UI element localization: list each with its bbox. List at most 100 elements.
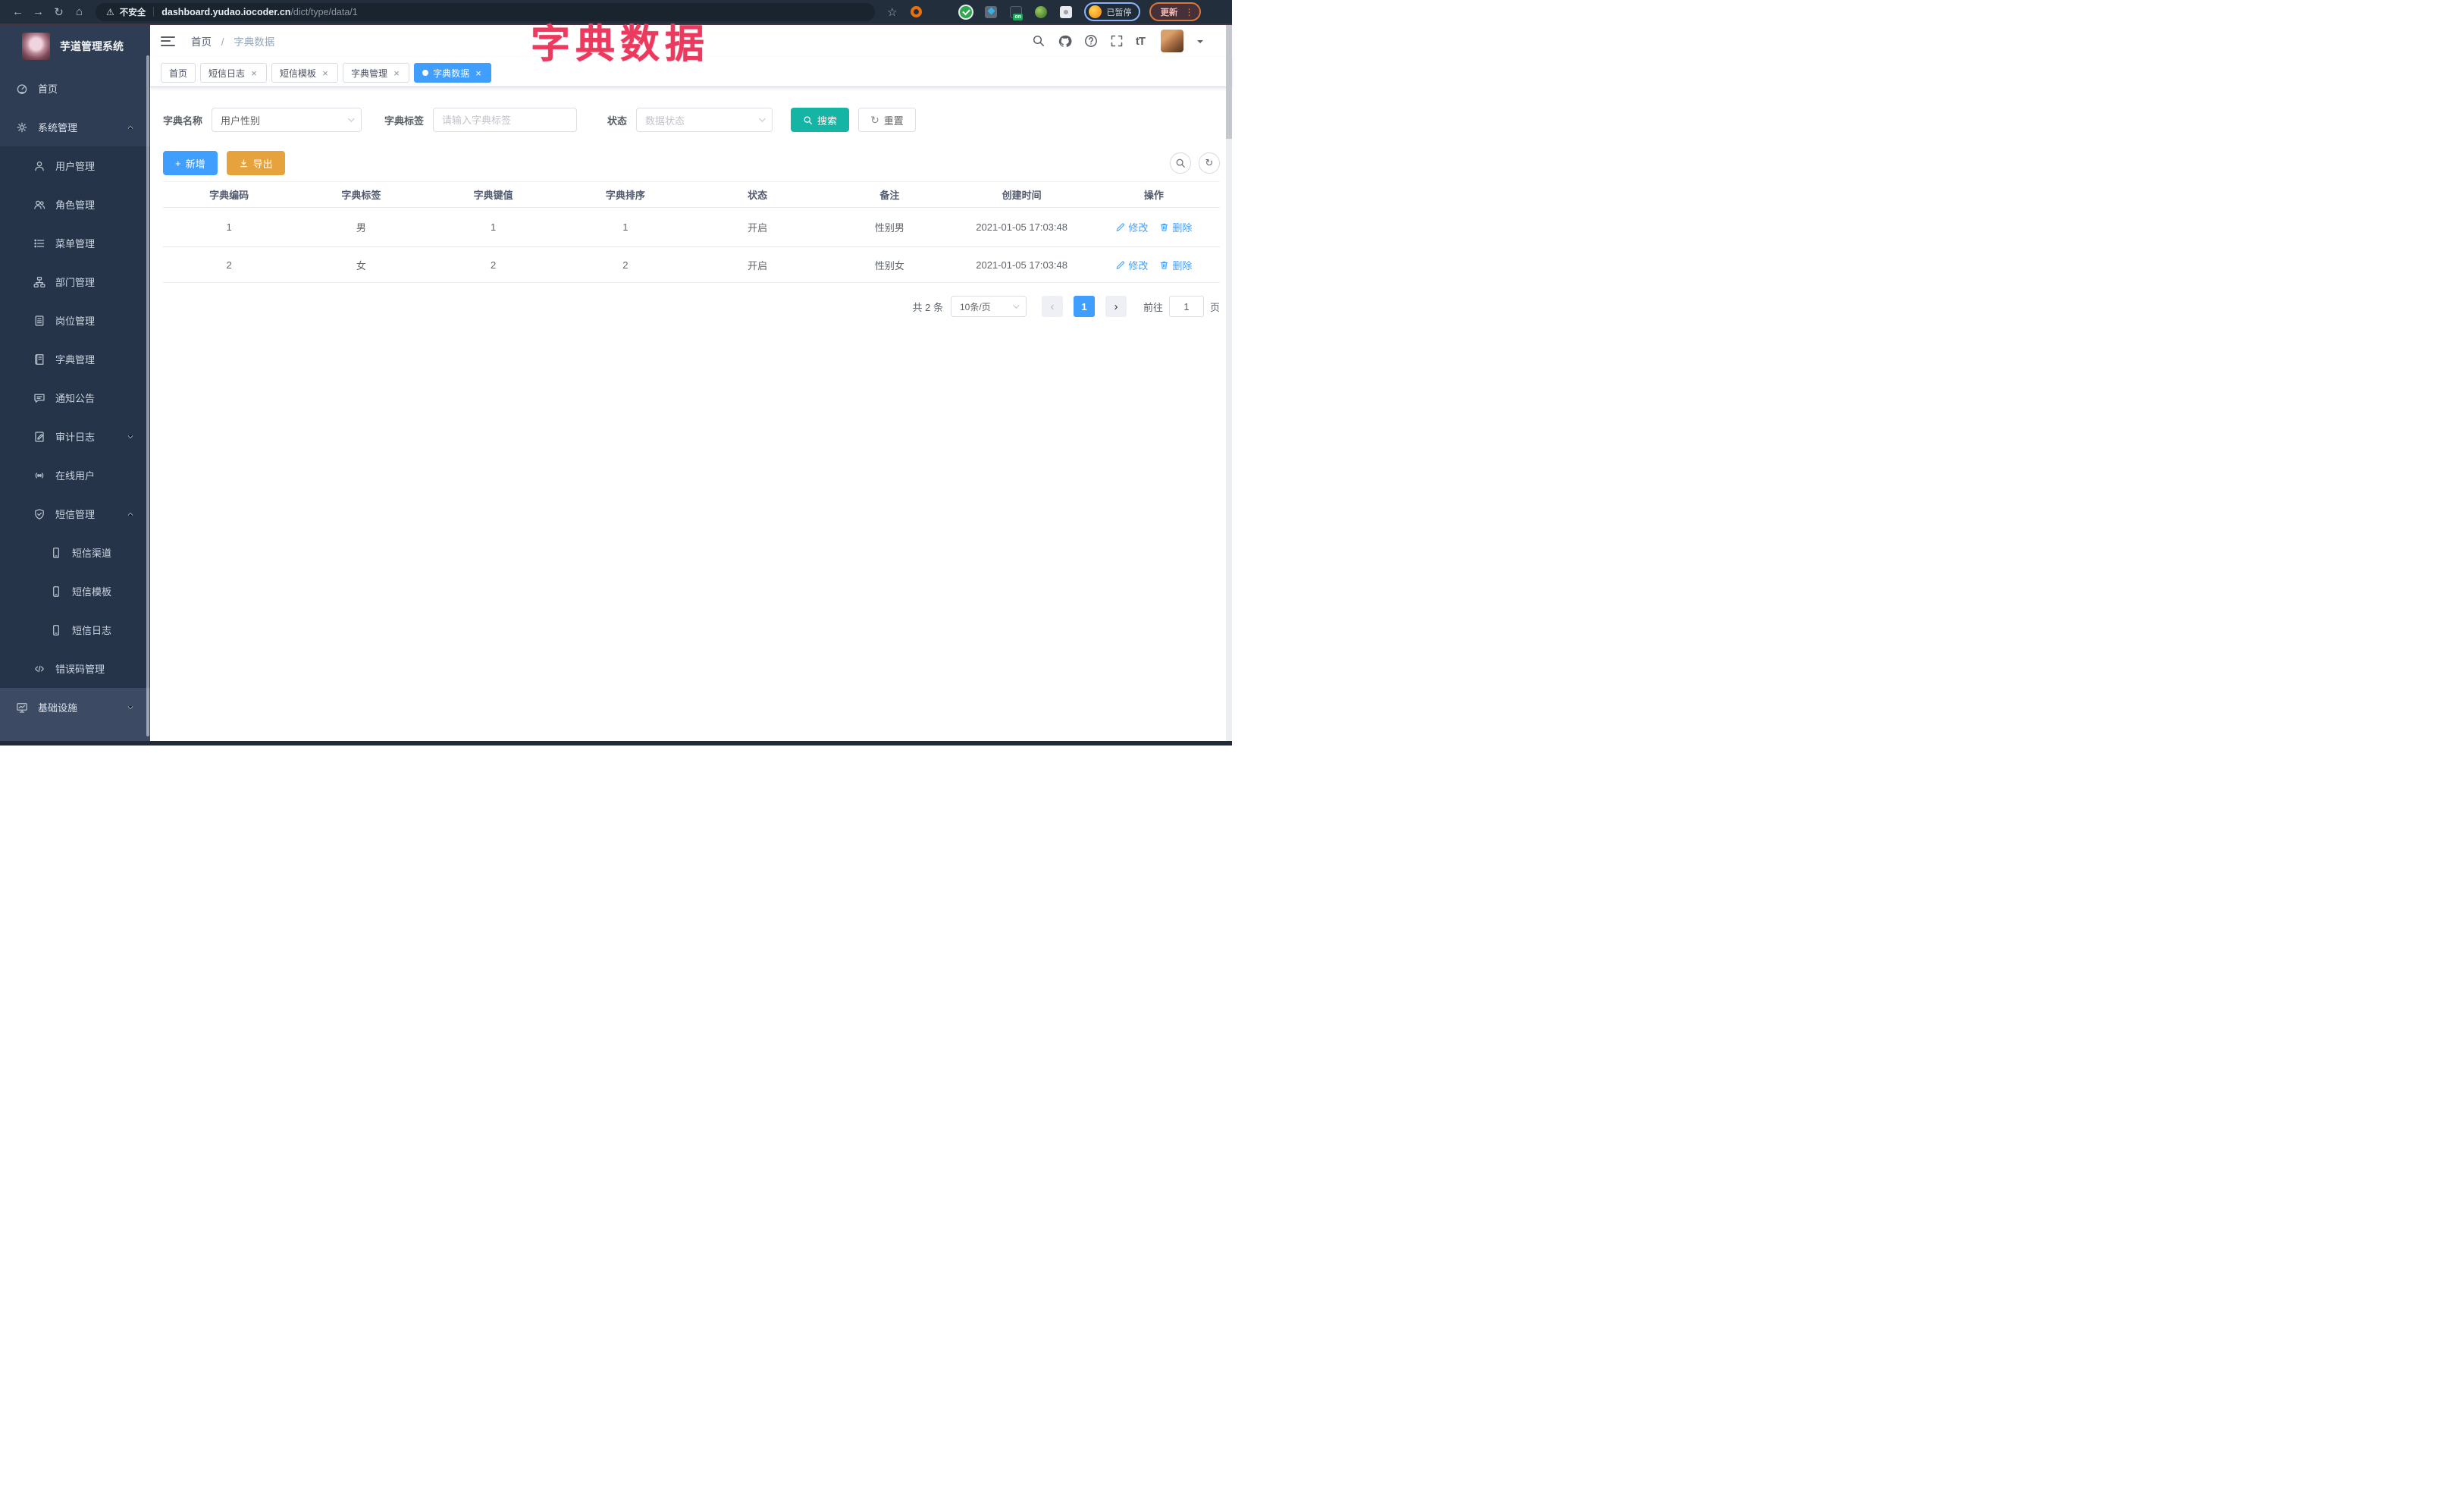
reload-icon[interactable]: ↻	[49, 5, 69, 19]
sidebar-item-users[interactable]: 用户管理	[0, 146, 150, 185]
sidebar-scrollbar[interactable]	[146, 55, 149, 736]
user-avatar[interactable]	[1161, 30, 1183, 52]
sidebar-item-sms[interactable]: 短信管理	[0, 494, 150, 533]
cell-operations: 修改 删除	[1088, 258, 1220, 272]
code-icon	[35, 665, 44, 672]
sidebar-item-sms-template[interactable]: 短信模板	[0, 572, 150, 611]
search-button[interactable]: 搜索	[791, 108, 850, 132]
column-header: 字典排序	[605, 190, 645, 201]
address-bar[interactable]: ⚠ 不安全 dashboard.yudao.iocoder.cn /dict/t…	[96, 2, 875, 21]
cell-value: 1	[491, 221, 497, 233]
prev-page-button[interactable]: ‹	[1041, 296, 1063, 317]
home-icon[interactable]: ⌂	[69, 5, 89, 18]
extensions-puzzle-icon[interactable]	[1060, 5, 1073, 18]
update-label: 更新	[1160, 8, 1178, 17]
cell-sort: 1	[622, 221, 629, 233]
export-button[interactable]: 导出	[226, 151, 285, 175]
sidebar-item-system[interactable]: 系统管理	[0, 108, 150, 146]
font-size-icon[interactable]: tT	[1136, 35, 1146, 48]
close-icon[interactable]: ×	[249, 67, 259, 79]
tab-dict-manage[interactable]: 字典管理 ×	[343, 63, 410, 83]
fullscreen-icon[interactable]	[1110, 34, 1124, 48]
sidebar-item-menus[interactable]: 菜单管理	[0, 224, 150, 262]
sidebar-item-online-users[interactable]: 在线用户	[0, 456, 150, 494]
goto-label: 前往	[1143, 301, 1163, 313]
sidebar-item-label: 岗位管理	[55, 315, 96, 327]
book-icon	[35, 353, 44, 365]
kebab-menu-icon[interactable]: ⋮	[1184, 7, 1193, 17]
active-dot-icon	[422, 70, 429, 76]
column-header: 创建时间	[1002, 190, 1042, 201]
github-icon[interactable]	[1058, 34, 1072, 49]
extension-icon-green-check[interactable]	[960, 5, 973, 18]
column-header: 操作	[1143, 190, 1164, 201]
search-icon[interactable]	[1032, 34, 1045, 48]
sidebar-item-notices[interactable]: 通知公告	[0, 378, 150, 417]
avatar-caret-icon[interactable]	[1197, 39, 1203, 46]
warning-icon: ⚠	[106, 6, 114, 17]
profile-status-label: 已暂停	[1106, 8, 1132, 17]
hamburger-icon[interactable]	[161, 36, 175, 46]
sidebar-item-sms-channel[interactable]: 短信渠道	[0, 533, 150, 572]
sidebar-item-departments[interactable]: 部门管理	[0, 262, 150, 301]
sidebar-item-infrastructure[interactable]: 基础设施	[0, 688, 150, 727]
delete-link[interactable]: 删除	[1159, 258, 1192, 272]
help-icon[interactable]	[1084, 34, 1098, 48]
browser-profile-chip[interactable]: 已暂停	[1084, 2, 1141, 21]
scrollbar-thumb[interactable]	[1226, 25, 1232, 139]
announcement-icon	[34, 394, 45, 403]
tab-sms-template[interactable]: 短信模板 ×	[271, 63, 339, 83]
goto-page-input[interactable]	[1168, 296, 1204, 317]
sidebar-item-label: 在线用户	[55, 470, 96, 482]
status-select[interactable]: 数据状态	[636, 108, 773, 132]
sidebar-item-roles[interactable]: 角色管理	[0, 185, 150, 224]
search-icon	[804, 115, 813, 124]
security-label[interactable]: 不安全	[120, 6, 146, 18]
chevron-down-icon	[127, 705, 133, 709]
close-icon[interactable]: ×	[474, 67, 483, 79]
cell-code: 2	[226, 259, 232, 271]
sidebar-item-dicts[interactable]: 字典管理	[0, 340, 150, 378]
edit-link[interactable]: 修改	[1115, 220, 1148, 234]
sidebar-item-label: 角色管理	[55, 199, 96, 211]
bookmark-star-icon[interactable]: ☆	[887, 5, 897, 19]
sidebar-item-sms-log[interactable]: 短信日志	[0, 611, 150, 649]
next-page-button[interactable]: ›	[1105, 296, 1127, 317]
search-icon	[1176, 159, 1185, 168]
add-button[interactable]: + 新增	[163, 151, 218, 175]
back-icon[interactable]: ←	[8, 5, 28, 18]
page-size-select[interactable]: 10条/页	[950, 296, 1027, 317]
dict-name-select[interactable]: 用户性别	[212, 108, 362, 132]
sidebar-item-label: 审计日志	[55, 432, 96, 443]
tags-view-bar: 首页 短信日志 × 短信模板 × 字典管理 × 字典数据 ×	[150, 57, 1232, 87]
total-count: 共 2 条	[912, 301, 943, 313]
breadcrumb-home[interactable]: 首页	[191, 36, 212, 48]
cell-code: 1	[226, 221, 232, 233]
page-scrollbar[interactable]	[1226, 25, 1232, 741]
sidebar-item-audit-log[interactable]: 审计日志	[0, 417, 150, 456]
extension-icon-orange[interactable]	[911, 6, 923, 17]
page-number-current[interactable]: 1	[1073, 296, 1095, 317]
extension-icon-gray[interactable]	[985, 5, 998, 18]
extension-icon-leaf[interactable]	[1035, 5, 1048, 18]
edit-link[interactable]: 修改	[1115, 258, 1148, 272]
sidebar-item-home[interactable]: 首页	[0, 69, 150, 108]
browser-update-button[interactable]: 更新 ⋮	[1149, 2, 1202, 21]
toggle-search-button[interactable]	[1170, 152, 1191, 174]
profile-emoji-avatar	[1089, 5, 1102, 18]
tab-dict-data[interactable]: 字典数据 ×	[414, 63, 492, 83]
close-icon[interactable]: ×	[392, 67, 401, 79]
extension-icon-dark[interactable]: on	[1010, 5, 1024, 20]
refresh-table-button[interactable]: ↻	[1199, 152, 1220, 174]
dict-label-input[interactable]	[433, 108, 578, 132]
sidebar-item-error-codes[interactable]: 错误码管理	[0, 649, 150, 688]
forward-icon[interactable]: →	[28, 5, 49, 18]
reset-button[interactable]: ↻ 重置	[858, 108, 916, 132]
sidebar-item-posts[interactable]: 岗位管理	[0, 301, 150, 340]
delete-link[interactable]: 删除	[1159, 220, 1192, 234]
tab-home[interactable]: 首页	[161, 63, 196, 83]
sidebar-item-label: 短信管理	[55, 509, 96, 520]
close-icon[interactable]: ×	[321, 67, 330, 79]
tab-sms-log[interactable]: 短信日志 ×	[200, 63, 268, 83]
sidebar-logo-row[interactable]: 芋道管理系统	[0, 25, 150, 67]
